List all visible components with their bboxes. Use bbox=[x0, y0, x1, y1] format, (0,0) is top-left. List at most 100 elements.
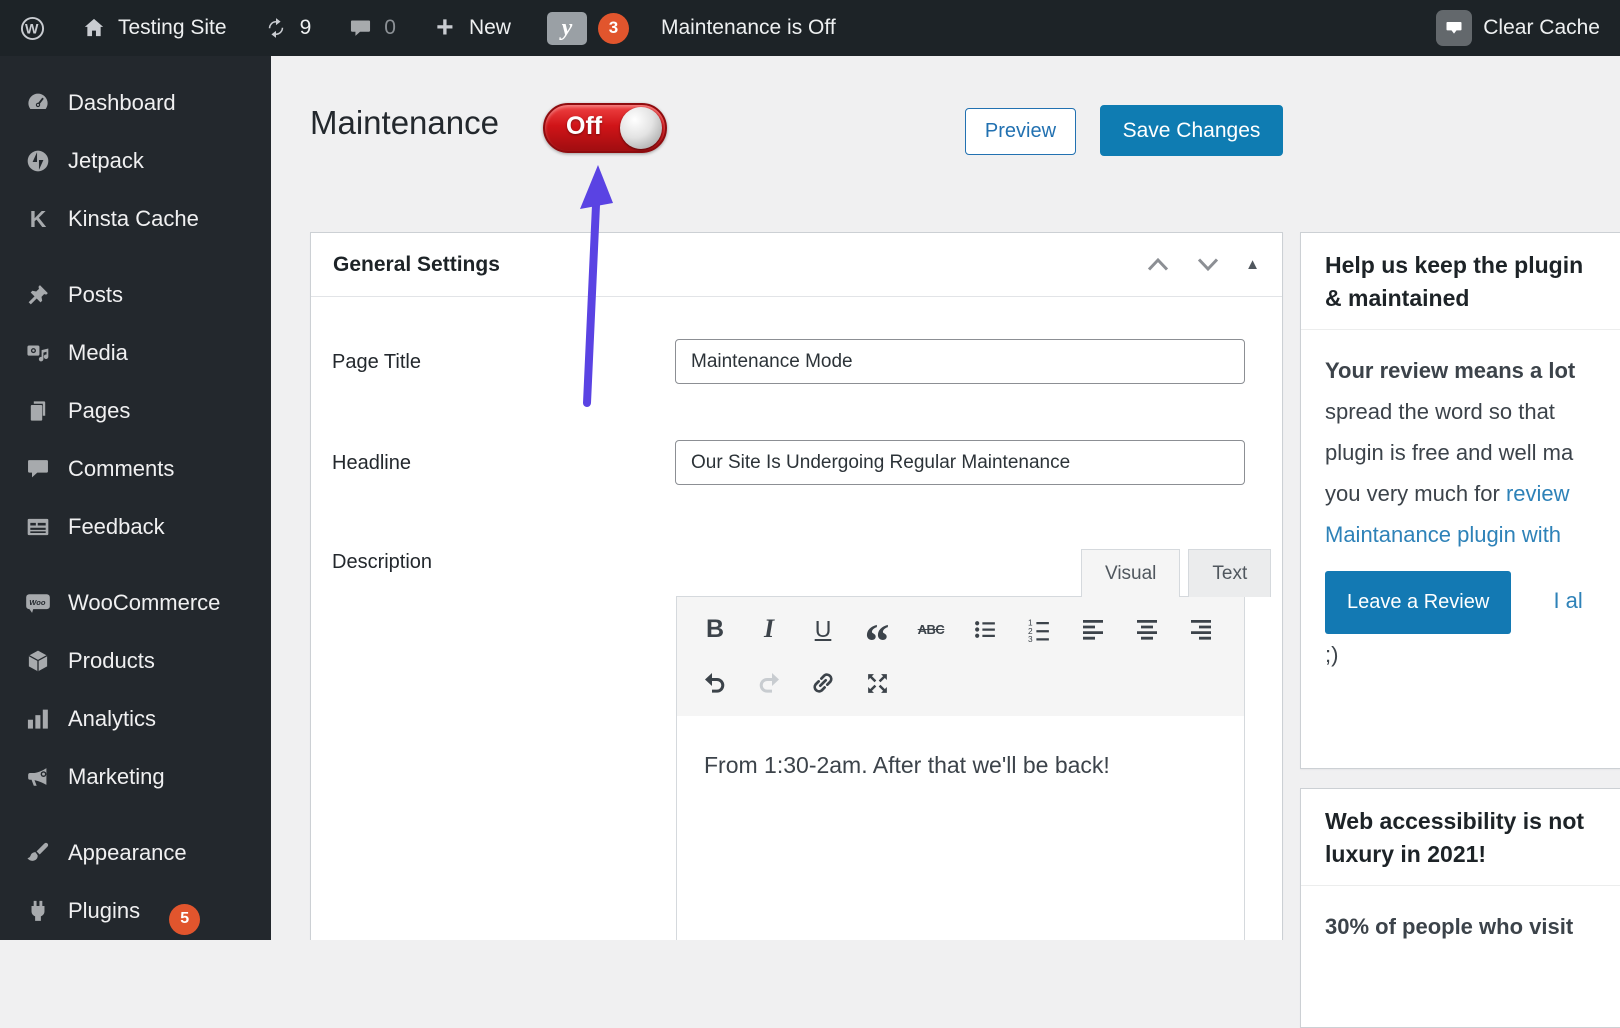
undo-icon[interactable] bbox=[695, 663, 735, 703]
updates-indicator[interactable]: 9 bbox=[263, 15, 311, 41]
new-label: New bbox=[468, 16, 511, 39]
sidebar-label: Feedback bbox=[68, 514, 165, 539]
plus-icon: + bbox=[436, 11, 454, 44]
yoast-icon: y bbox=[546, 11, 587, 45]
media-icon bbox=[25, 340, 51, 366]
admin-sidebar: Dashboard Jetpack K Kinsta Cache Posts M… bbox=[0, 56, 271, 940]
bulleted-list-icon[interactable] bbox=[965, 609, 1005, 649]
align-center-icon[interactable] bbox=[1127, 609, 1167, 649]
align-right-icon[interactable] bbox=[1181, 609, 1221, 649]
dashboard-gauge-icon bbox=[25, 90, 51, 116]
sidebar-item-posts[interactable]: Posts bbox=[0, 266, 271, 324]
already-did-link[interactable]: I al bbox=[1553, 588, 1582, 613]
sidebar-label: Comments bbox=[68, 456, 175, 481]
sidebar-item-feedback[interactable]: Feedback bbox=[0, 498, 271, 556]
yoast-menu[interactable]: y 3 bbox=[546, 11, 629, 45]
review-actions: Leave a Review I al bbox=[1325, 555, 1620, 634]
product-box-icon bbox=[25, 648, 51, 674]
review-line: spread the word so that bbox=[1325, 399, 1555, 424]
sidebar-item-pages[interactable]: Pages bbox=[0, 382, 271, 440]
panel-controls: ▲ bbox=[1145, 256, 1260, 273]
kinsta-k-icon: K bbox=[29, 206, 47, 232]
italic-icon[interactable]: I bbox=[749, 609, 789, 649]
wordpress-icon: W bbox=[20, 16, 45, 40]
editor-toolbar: B I U “ ABC 123 bbox=[676, 596, 1245, 717]
sidebar-item-appearance[interactable]: Appearance bbox=[0, 824, 271, 882]
smiley-text: ;) bbox=[1325, 642, 1339, 667]
new-menu[interactable]: + New bbox=[432, 11, 511, 44]
sidebar-item-woocommerce[interactable]: Woo WooCommerce bbox=[0, 574, 271, 632]
leave-review-button[interactable]: Leave a Review bbox=[1325, 571, 1512, 634]
editor-content-area[interactable]: From 1:30-2am. After that we'll be back! bbox=[676, 716, 1245, 940]
sidebar-item-comments[interactable]: Comments bbox=[0, 440, 271, 498]
tab-visual[interactable]: Visual bbox=[1081, 549, 1181, 597]
align-left-icon[interactable] bbox=[1073, 609, 1113, 649]
site-menu[interactable]: Testing Site bbox=[81, 15, 227, 41]
editor-tabs: Visual Text bbox=[1081, 549, 1272, 597]
page-title: Maintenance bbox=[310, 104, 499, 141]
clear-cache-label: Clear Cache bbox=[1483, 16, 1600, 39]
headline-input[interactable] bbox=[675, 440, 1245, 485]
underline-icon[interactable]: U bbox=[803, 609, 843, 649]
sidebar-item-plugins[interactable]: Plugins 5 bbox=[0, 882, 271, 940]
tab-text[interactable]: Text bbox=[1188, 549, 1272, 597]
sidebar-item-kinsta-cache[interactable]: K Kinsta Cache bbox=[0, 190, 271, 248]
editor-text: From 1:30-2am. After that we'll be back! bbox=[704, 752, 1110, 778]
comments-indicator[interactable]: 0 bbox=[347, 15, 396, 41]
accessibility-panel-heading: Web accessibility is not luxury in 2021! bbox=[1301, 789, 1620, 886]
sidebar-item-media[interactable]: Media bbox=[0, 324, 271, 382]
page-title-input[interactable] bbox=[675, 339, 1245, 384]
link-icon[interactable] bbox=[803, 663, 843, 703]
paintbrush-icon bbox=[25, 840, 51, 866]
maintenance-status-menu[interactable]: Maintenance is Off bbox=[661, 16, 836, 40]
comment-bubble-icon bbox=[347, 15, 373, 41]
admin-bar: W Testing Site 9 0 + New y 3 Maintenance… bbox=[0, 0, 1620, 56]
wordpress-logo[interactable]: W bbox=[20, 16, 45, 41]
admin-bar-right: Clear Cache bbox=[1436, 10, 1600, 46]
pages-icon bbox=[25, 398, 51, 424]
maintenance-status-text: Maintenance is Off bbox=[660, 16, 836, 39]
preview-button[interactable]: Preview bbox=[965, 108, 1076, 155]
move-up-icon[interactable] bbox=[1145, 256, 1171, 273]
numbered-list-icon[interactable]: 123 bbox=[1019, 609, 1059, 649]
redo-icon[interactable] bbox=[749, 663, 789, 703]
toolbar-row-2 bbox=[687, 656, 1244, 710]
headline-field-label: Headline bbox=[332, 452, 411, 474]
svg-text:W: W bbox=[25, 21, 39, 37]
sidebar-item-jetpack[interactable]: Jetpack bbox=[0, 132, 271, 190]
bold-icon[interactable]: B bbox=[695, 609, 735, 649]
sidebar-label: Marketing bbox=[68, 764, 165, 789]
accessibility-body-text: 30% of people who visit bbox=[1325, 914, 1574, 939]
sidebar-item-marketing[interactable]: Marketing bbox=[0, 748, 271, 806]
panel-header: General Settings ▲ bbox=[311, 233, 1282, 297]
strikethrough-icon[interactable]: ABC bbox=[911, 609, 951, 649]
sidebar-label: Products bbox=[68, 648, 155, 673]
site-name: Testing Site bbox=[118, 16, 227, 39]
sidebar-label: Analytics bbox=[68, 706, 157, 731]
save-changes-button[interactable]: Save Changes bbox=[1100, 105, 1283, 156]
review-link[interactable]: review bbox=[1506, 481, 1570, 506]
sidebar-label: Dashboard bbox=[68, 90, 176, 115]
clear-cache-button[interactable]: Clear Cache bbox=[1436, 10, 1600, 46]
sidebar-label: WooCommerce bbox=[68, 590, 221, 615]
feedback-form-icon bbox=[25, 514, 51, 540]
sidebar-item-dashboard[interactable]: Dashboard bbox=[0, 74, 271, 132]
plugin-link[interactable]: Maintanance plugin with bbox=[1325, 522, 1561, 547]
collapse-triangle-icon[interactable]: ▲ bbox=[1245, 256, 1260, 273]
panel-title: General Settings bbox=[333, 252, 500, 276]
review-panel-heading: Help us keep the plugin & maintained bbox=[1301, 233, 1620, 330]
review-line: plugin is free and well ma bbox=[1325, 440, 1574, 465]
sidebar-item-analytics[interactable]: Analytics bbox=[0, 690, 271, 748]
svg-text:Woo: Woo bbox=[29, 598, 46, 607]
maintenance-toggle[interactable]: Off bbox=[543, 103, 667, 153]
review-line: you very much for review bbox=[1325, 473, 1620, 514]
blockquote-icon[interactable]: “ bbox=[857, 616, 897, 666]
accessibility-panel-body: 30% of people who visit bbox=[1301, 886, 1620, 967]
sidebar-item-products[interactable]: Products bbox=[0, 632, 271, 690]
sidebar-label: Media bbox=[68, 340, 128, 365]
comments-count: 0 bbox=[384, 16, 396, 39]
pushpin-icon bbox=[25, 282, 51, 308]
fullscreen-icon[interactable] bbox=[857, 663, 897, 703]
move-down-icon[interactable] bbox=[1195, 256, 1221, 273]
sidebar-label: Plugins bbox=[68, 898, 141, 923]
